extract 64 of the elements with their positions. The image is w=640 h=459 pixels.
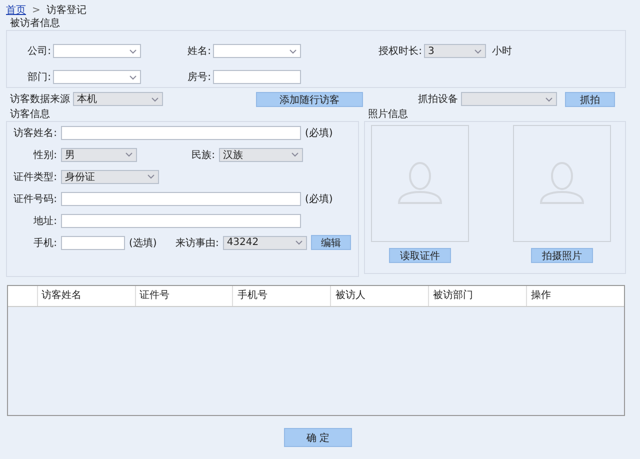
caret-icon (129, 74, 137, 80)
edit-button[interactable]: 编辑 (310, 235, 351, 250)
page-title: 访客登记 (46, 4, 86, 17)
field-label: 性别: (32, 148, 57, 162)
column-header: 被访人 (330, 286, 428, 306)
field-label: 民族: (190, 148, 215, 162)
dropdown[interactable]: 身份证 (61, 170, 159, 184)
input-field[interactable] (61, 236, 125, 250)
person-silhouette-icon (537, 161, 587, 206)
field-label: 房号: (187, 70, 211, 84)
photo-button[interactable]: 读取证件 (389, 248, 451, 263)
dropdown[interactable]: 本机 (73, 92, 163, 106)
input-field[interactable] (61, 192, 301, 206)
field-label: 姓名: (187, 45, 211, 58)
breadcrumb-separator: > (32, 4, 40, 16)
caret-icon (474, 48, 482, 54)
column-header: 访客姓名 (36, 286, 135, 306)
confirm-button[interactable]: 确 定 (284, 428, 352, 447)
input-field[interactable] (61, 126, 301, 140)
field-label: 授权时长: (378, 44, 422, 58)
photo-button[interactable]: 拍摄照片 (531, 248, 593, 263)
column-header: 操作 (526, 286, 624, 306)
field-label: 抓拍设备 (418, 92, 458, 106)
caret-icon (147, 174, 155, 179)
section-title: 照片信息 (367, 108, 409, 121)
caret-icon (291, 152, 299, 157)
field-label: 证件号码: (12, 192, 57, 206)
dropdown[interactable] (213, 44, 301, 58)
hint-text: (必填) (305, 126, 333, 140)
dropdown[interactable]: 男 (61, 148, 137, 162)
add-visitor-button[interactable]: 添加随行访客 (256, 92, 363, 106)
dropdown[interactable]: 43242 (222, 236, 307, 250)
home-link[interactable]: 首页 (6, 3, 26, 17)
caret-icon (545, 96, 553, 102)
unit-label: 小时 (492, 44, 512, 58)
caret-icon (294, 240, 303, 245)
caret-icon (289, 48, 297, 54)
caret-icon (129, 48, 137, 54)
field-label: 手机: (32, 236, 57, 250)
capture-button[interactable]: 抓拍 (565, 92, 615, 106)
column-header: 手机号 (232, 286, 330, 306)
caret-icon (125, 152, 133, 157)
hint-text: (必填) (305, 192, 333, 206)
person-silhouette-icon (395, 161, 445, 206)
dropdown[interactable] (53, 44, 141, 58)
section-title: 访客信息 (9, 108, 51, 121)
field-label: 地址: (32, 214, 57, 228)
column-header: 被访部门 (428, 286, 526, 306)
field-label: 公司: (27, 45, 51, 58)
dropdown[interactable] (53, 70, 141, 84)
field-label: 访客姓名: (12, 126, 57, 140)
section-title: 被访者信息 (9, 17, 61, 30)
dropdown[interactable]: 汉族 (219, 148, 303, 162)
field-label: 部门: (27, 70, 51, 84)
hint-text: (选填) (129, 236, 157, 250)
dropdown[interactable]: 3 (424, 44, 486, 58)
field-label: 访客数据来源 (10, 92, 70, 106)
input-field[interactable] (61, 214, 301, 228)
field-label: 证件类型: (12, 170, 57, 184)
caret-icon (151, 96, 159, 102)
input-field[interactable] (213, 70, 301, 84)
dropdown[interactable] (461, 92, 557, 106)
field-label: 来访事由: (174, 236, 219, 250)
column-header: 证件号 (134, 286, 232, 306)
